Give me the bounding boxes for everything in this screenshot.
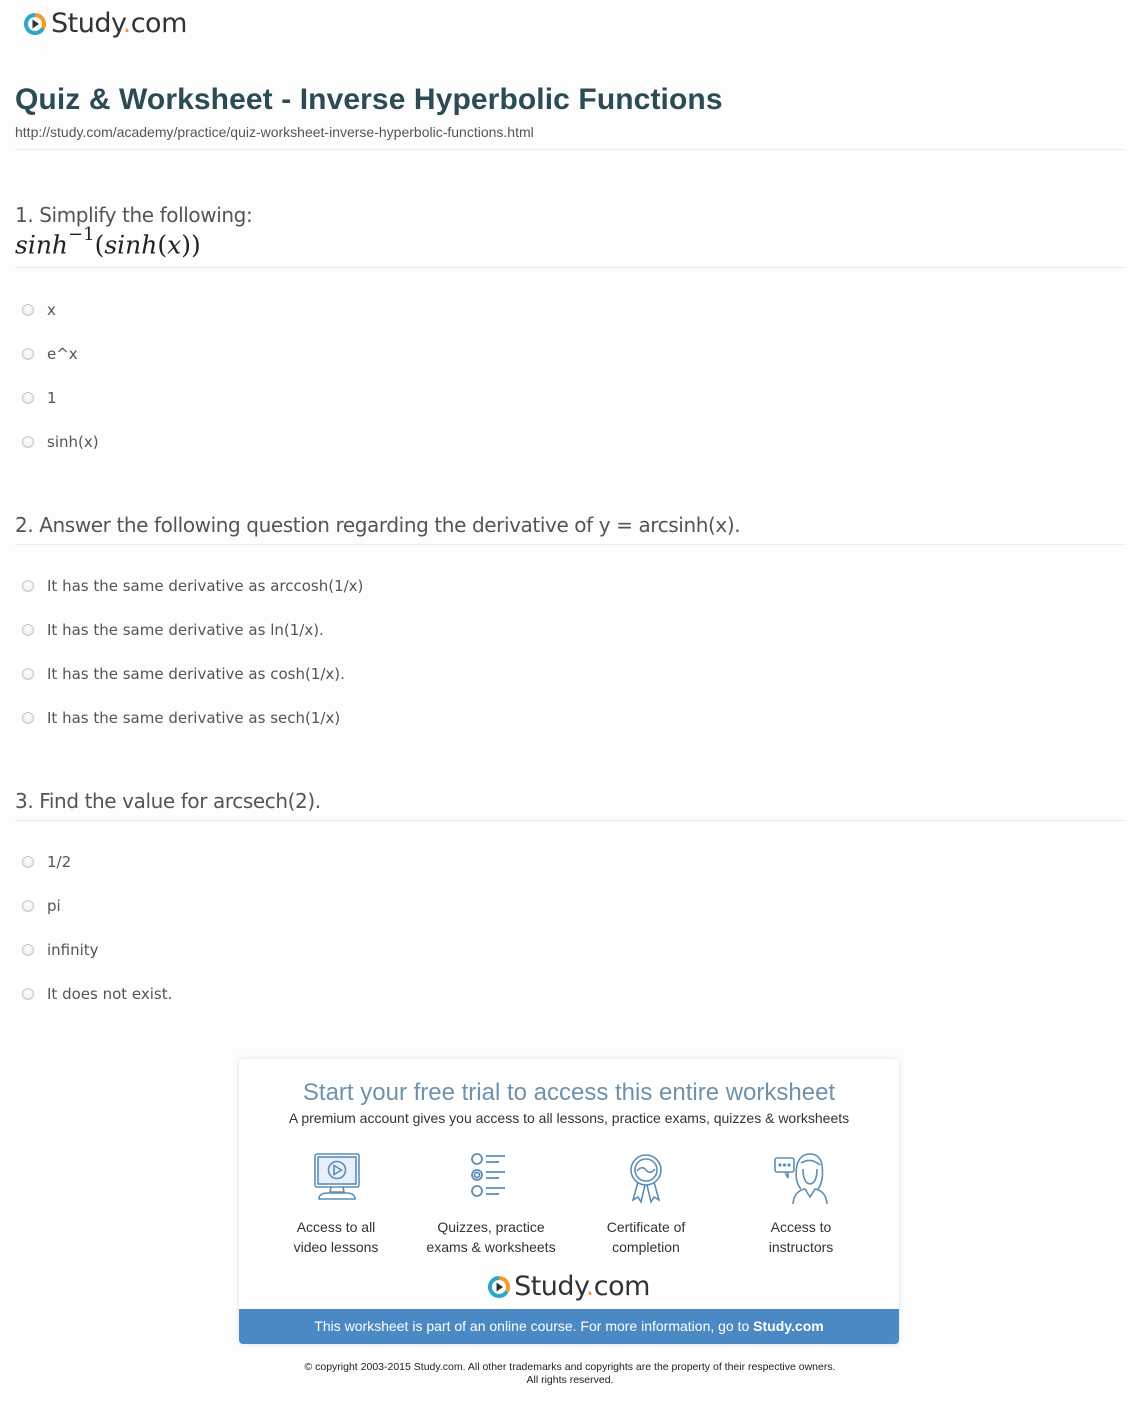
radio-button[interactable] (22, 856, 34, 868)
feature-quizzes: Quizzes, practice exams & worksheets (416, 1151, 566, 1257)
divider (15, 267, 1125, 268)
study-com-link[interactable]: Study.com (753, 1318, 824, 1334)
question-2-option[interactable]: It has the same derivative as sech(1/x) (22, 709, 340, 727)
page-url: http://study.com/academy/practice/quiz-w… (15, 124, 534, 140)
monitor-play-icon (314, 1153, 360, 1200)
question-1-option[interactable]: e^x (22, 345, 78, 363)
radio-button[interactable] (22, 712, 34, 724)
divider (15, 149, 1125, 150)
question-2-text: 2. Answer the following question regardi… (15, 513, 741, 537)
radio-button[interactable] (22, 436, 34, 448)
checklist-icon (471, 1153, 505, 1197)
radio-button[interactable] (22, 624, 34, 636)
question-3-option[interactable]: It does not exist. (22, 985, 172, 1003)
certificate-ribbon-icon (630, 1154, 662, 1205)
promo-study-logo[interactable]: Study.com (239, 1271, 899, 1302)
course-info-banner: This worksheet is part of an online cour… (239, 1309, 899, 1344)
question-3-text: 3. Find the value for arcsech(2). (15, 789, 321, 813)
radio-button[interactable] (22, 580, 34, 592)
feature-certificate: Certificate of completion (571, 1151, 721, 1257)
question-3-option[interactable]: pi (22, 897, 61, 915)
question-2-option[interactable]: It has the same derivative as ln(1/x). (22, 621, 324, 639)
radio-button[interactable] (22, 392, 34, 404)
question-2-option[interactable]: It has the same derivative as arccosh(1/… (22, 577, 363, 595)
logo-text: Study.com (51, 8, 187, 39)
feature-instructors: Access to instructors (726, 1151, 876, 1257)
question-1-text: 1. Simplify the following: (15, 203, 253, 227)
page-title: Quiz & Worksheet - Inverse Hyperbolic Fu… (15, 83, 723, 116)
radio-button[interactable] (22, 668, 34, 680)
divider (15, 544, 1125, 545)
radio-button[interactable] (22, 304, 34, 316)
radio-button[interactable] (22, 944, 34, 956)
study-logo[interactable]: Study.com (24, 9, 187, 39)
promo-subtitle: A premium account gives you access to al… (288, 1110, 850, 1126)
free-trial-card: Start your free trial to access this ent… (239, 1059, 899, 1344)
question-1-option[interactable]: sinh(x) (22, 433, 99, 451)
question-1-option[interactable]: 1 (22, 389, 57, 407)
question-3-option[interactable]: 1/2 (22, 853, 71, 871)
radio-button[interactable] (22, 988, 34, 1000)
instructor-chat-icon (774, 1153, 828, 1205)
promo-title: Start your free trial to access this ent… (302, 1079, 836, 1106)
question-1-option[interactable]: x (22, 301, 56, 319)
play-circle-logo-icon (24, 13, 46, 35)
copyright-footer: © copyright 2003-2015 Study.com. All oth… (304, 1361, 836, 1386)
question-1-math: sinh−1(sinh(x)) (15, 224, 201, 260)
radio-button[interactable] (22, 348, 34, 360)
question-3-option[interactable]: infinity (22, 941, 99, 959)
logo-text: Study.com (514, 1271, 650, 1302)
radio-button[interactable] (22, 900, 34, 912)
divider (15, 820, 1125, 821)
play-circle-logo-icon (488, 1275, 511, 1298)
feature-video-lessons: Access to all video lessons (261, 1151, 411, 1257)
question-2-option[interactable]: It has the same derivative as cosh(1/x). (22, 665, 345, 683)
